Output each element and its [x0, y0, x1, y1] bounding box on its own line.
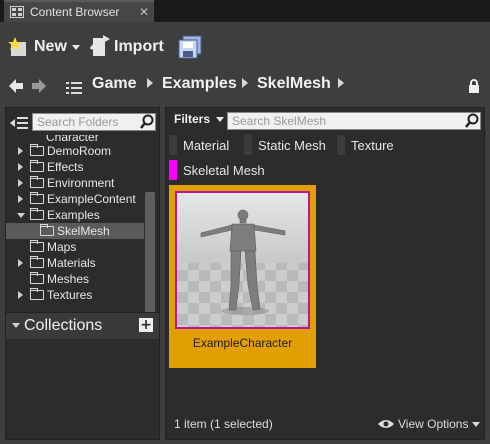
- import-button[interactable]: Import: [89, 34, 164, 60]
- filter-color-swatch: [169, 160, 177, 180]
- search-icon[interactable]: [139, 114, 155, 130]
- expand-arrow-icon[interactable]: [18, 291, 23, 299]
- eye-icon: [378, 420, 394, 428]
- content-browser-icon: [10, 6, 24, 18]
- asset-thumbnail: [175, 191, 310, 329]
- expand-arrow-icon[interactable]: [18, 195, 23, 203]
- folder-icon: [30, 144, 44, 156]
- tree-item-maps[interactable]: Maps: [6, 239, 144, 255]
- path-bar: Game Examples SkelMesh: [0, 70, 490, 100]
- sources-toggle-icon[interactable]: [10, 115, 28, 134]
- filter-chip-label: Skeletal Mesh: [183, 162, 265, 178]
- asset-search-input[interactable]: Search SkelMesh: [227, 112, 481, 130]
- folder-search-input[interactable]: Search Folders: [32, 113, 156, 131]
- import-label: Import: [114, 38, 164, 55]
- tree-item-environment[interactable]: Environment: [6, 175, 144, 191]
- filter-chip-material[interactable]: Material: [169, 135, 229, 155]
- breadcrumb-arrow-icon[interactable]: [338, 78, 344, 88]
- filter-chip-label: Material: [183, 137, 230, 153]
- tree-scrollbar[interactable]: [145, 192, 155, 318]
- tab-strip: Content Browser ✕: [0, 0, 490, 22]
- asset-view: Filters Search SkelMesh Material Static …: [165, 107, 485, 440]
- folder-icon: [30, 240, 44, 252]
- chevron-down-icon: [216, 117, 225, 123]
- breadcrumb-examples[interactable]: Examples: [162, 75, 237, 93]
- folder-icon: [40, 224, 54, 236]
- tree-item-materials[interactable]: Materials: [6, 255, 144, 271]
- content-browser-panel: New Import Game Examples SkelMesh Search…: [0, 22, 490, 444]
- collapse-arrow-icon[interactable]: [12, 323, 20, 328]
- sources-panel: Search Folders Character DemoRoom Effect…: [5, 107, 160, 329]
- asset-name: ExampleCharacter: [192, 336, 293, 350]
- tab-title: Content Browser: [30, 5, 120, 19]
- folder-icon: [30, 272, 44, 284]
- tree-item-examples[interactable]: Examples: [6, 207, 144, 223]
- filter-chip-skeletal-mesh[interactable]: Skeletal Mesh: [169, 160, 265, 180]
- breadcrumb-skelmesh[interactable]: SkelMesh: [257, 75, 331, 93]
- tree-item-skelmesh[interactable]: SkelMesh: [6, 223, 144, 239]
- filters-label: Filters: [174, 112, 211, 126]
- new-label: New: [34, 38, 67, 55]
- folder-tree: Character DemoRoom Effects Environment E: [6, 135, 144, 329]
- back-icon[interactable]: [9, 78, 23, 97]
- toolbar: New Import: [0, 22, 490, 68]
- collapse-arrow-icon[interactable]: [17, 213, 25, 218]
- tree-item-effects[interactable]: Effects: [6, 159, 144, 175]
- save-all-button[interactable]: [178, 34, 204, 60]
- expand-arrow-icon[interactable]: [18, 147, 23, 155]
- folder-icon: [30, 192, 44, 204]
- folder-icon: [30, 288, 44, 300]
- expand-arrow-icon[interactable]: [18, 179, 23, 187]
- expand-arrow-icon[interactable]: [18, 163, 23, 171]
- expand-arrow-icon[interactable]: [18, 259, 23, 267]
- folder-search-placeholder: Search Folders: [37, 115, 119, 129]
- import-icon: [89, 35, 110, 56]
- tree-item-textures[interactable]: Textures: [6, 287, 144, 303]
- folder-open-icon: [30, 208, 44, 220]
- skeletal-mesh-preview: [177, 193, 308, 327]
- filter-color-swatch: [337, 135, 345, 155]
- tree-item-examplecontent[interactable]: ExampleContent: [6, 191, 144, 207]
- folder-icon: [30, 176, 44, 188]
- view-options-button[interactable]: View Options: [378, 417, 481, 431]
- asset-tile[interactable]: ExampleCharacter: [169, 185, 316, 368]
- filter-chip-label: Static Mesh: [258, 137, 326, 153]
- breadcrumb-arrow-icon[interactable]: [147, 78, 153, 88]
- asset-search-placeholder: Search SkelMesh: [232, 114, 327, 128]
- view-options-label: View Options: [398, 417, 469, 431]
- folder-icon: [30, 256, 44, 268]
- breadcrumb-game[interactable]: Game: [92, 75, 136, 93]
- tab-content-browser[interactable]: Content Browser ✕: [4, 0, 154, 22]
- breadcrumb-arrow-icon[interactable]: [242, 78, 248, 88]
- asset-count-status: 1 item (1 selected): [174, 417, 273, 431]
- filter-color-swatch: [244, 135, 252, 155]
- add-collection-icon[interactable]: +: [139, 318, 153, 332]
- folder-icon: [30, 160, 44, 172]
- save-all-icon: [178, 35, 202, 59]
- forward-icon[interactable]: [32, 78, 46, 97]
- filter-chip-static-mesh[interactable]: Static Mesh: [244, 135, 326, 155]
- new-button[interactable]: New: [8, 34, 80, 60]
- chevron-down-icon: [472, 421, 481, 427]
- tree-item-meshes[interactable]: Meshes: [6, 271, 144, 287]
- collections-title: Collections: [24, 317, 103, 334]
- source-tree-toggle-icon[interactable]: [66, 79, 82, 98]
- collections-header[interactable]: Collections +: [6, 313, 159, 339]
- new-asset-icon: [8, 37, 26, 56]
- filter-color-swatch: [169, 135, 177, 155]
- tree-item-demoroom[interactable]: DemoRoom: [6, 143, 144, 159]
- search-icon[interactable]: [464, 113, 480, 129]
- filters-button[interactable]: Filters: [174, 112, 225, 126]
- lock-icon[interactable]: [468, 78, 480, 97]
- close-icon[interactable]: ✕: [139, 5, 149, 19]
- filter-chip-label: Texture: [351, 137, 394, 153]
- collections-panel: Collections +: [5, 312, 160, 440]
- filter-chip-texture[interactable]: Texture: [337, 135, 394, 155]
- chevron-down-icon: [71, 44, 80, 50]
